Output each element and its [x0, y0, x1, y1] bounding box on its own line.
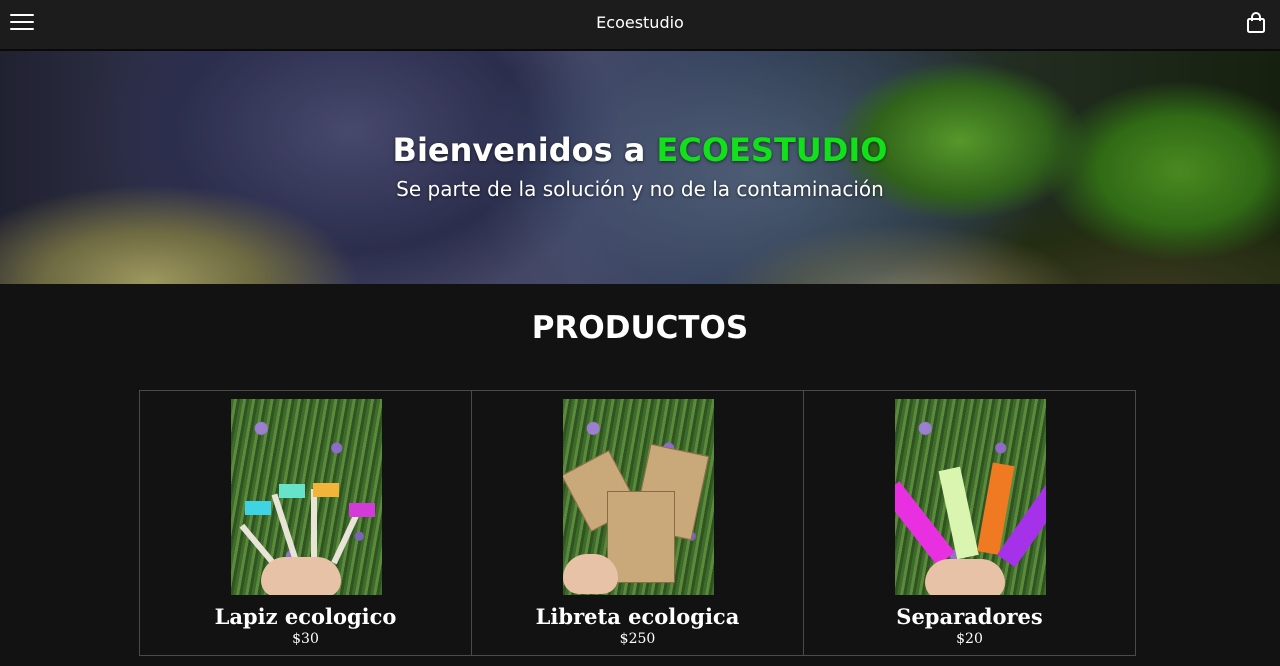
pencil-shape — [271, 493, 299, 562]
pencil-flag — [278, 484, 305, 498]
product-image[interactable] — [230, 399, 382, 595]
hero-title: Bienvenidos a ECOESTUDIO — [0, 131, 1280, 169]
pencil-shape — [239, 523, 276, 566]
product-name[interactable]: Separadores — [804, 604, 1135, 629]
product-price: $30 — [292, 631, 319, 647]
hand-shape — [562, 554, 618, 594]
hand-shape — [260, 557, 341, 595]
pencil-flag — [312, 483, 339, 497]
product-price: $250 — [619, 631, 656, 647]
hero-title-prefix: Bienvenidos a — [392, 131, 657, 169]
product-card[interactable]: Lapiz ecologico $30 — [139, 390, 472, 656]
pencil-shape — [310, 489, 317, 561]
pencil-flag — [348, 503, 375, 517]
hand-shape — [924, 559, 1005, 595]
product-card[interactable]: Libreta ecologica $250 — [471, 390, 804, 656]
hero-banner: Bienvenidos a ECOESTUDIO Se parte de la … — [0, 51, 1280, 284]
products-heading: PRODUCTOS — [531, 310, 749, 346]
shopping-bag-icon[interactable] — [1246, 12, 1266, 34]
product-card[interactable]: Separadores $20 — [803, 390, 1136, 656]
product-name[interactable]: Libreta ecologica — [472, 604, 803, 629]
hero-subtitle: Se parte de la solución y no de la conta… — [396, 177, 884, 201]
product-image[interactable] — [562, 399, 714, 595]
hero-title-accent: ECOESTUDIO — [656, 131, 888, 169]
product-name[interactable]: Lapiz ecologico — [140, 604, 471, 629]
product-grid: Lapiz ecologico $30 Libreta ecologica $2… — [139, 390, 1139, 656]
brand-title[interactable]: Ecoestudio — [0, 13, 1280, 32]
pencil-flag — [244, 501, 271, 515]
product-image[interactable] — [894, 399, 1046, 595]
top-navbar: Ecoestudio — [0, 0, 1280, 51]
product-price: $20 — [956, 631, 983, 647]
